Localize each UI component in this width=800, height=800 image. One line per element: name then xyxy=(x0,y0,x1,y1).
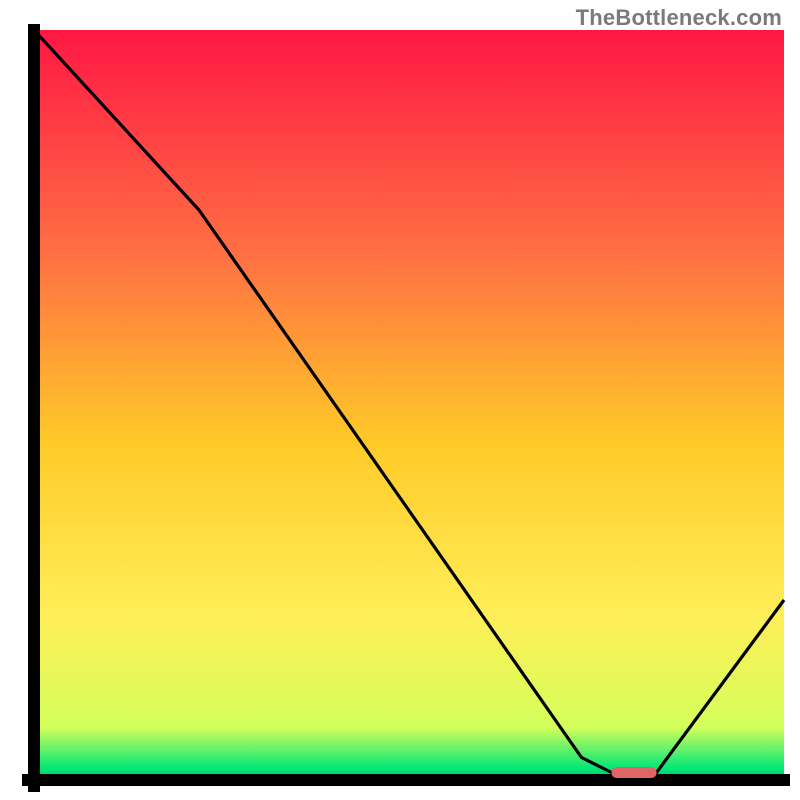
watermark-text: TheBottleneck.com xyxy=(576,5,782,31)
bottleneck-chart xyxy=(0,0,800,800)
plot-area xyxy=(34,30,784,780)
optimal-marker xyxy=(612,767,657,778)
chart-container: TheBottleneck.com xyxy=(0,0,800,800)
